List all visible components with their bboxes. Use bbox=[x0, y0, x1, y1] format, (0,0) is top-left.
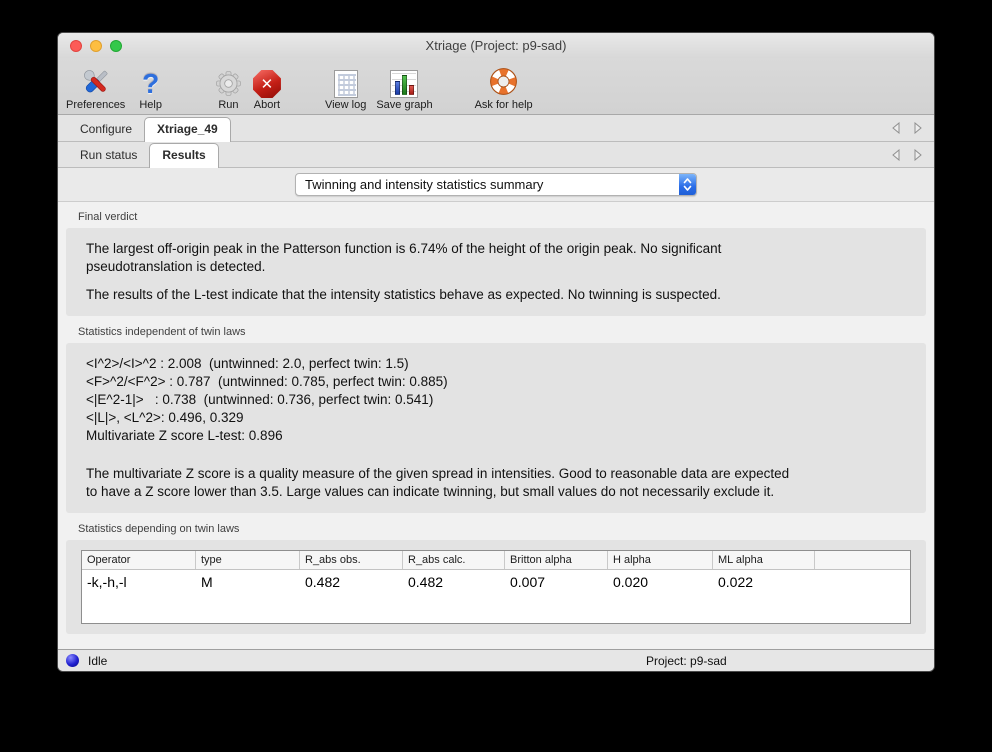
project-label: Project: p9-sad bbox=[646, 654, 727, 668]
abort-button[interactable]: ✕ Abort bbox=[253, 66, 281, 111]
table-cell-britton-alpha: 0.007 bbox=[505, 570, 608, 595]
chevron-up-down-icon bbox=[679, 174, 696, 195]
tab-run-status[interactable]: Run status bbox=[68, 144, 149, 167]
help-button[interactable]: ? Help bbox=[139, 66, 162, 111]
column-header-ml-alpha[interactable]: ML alpha bbox=[713, 551, 815, 569]
title-bar: Xtriage (Project: p9-sad) bbox=[58, 33, 934, 58]
tab-scroll-left-button[interactable] bbox=[888, 147, 904, 163]
table-cell-rabs-calc: 0.482 bbox=[403, 570, 505, 595]
independent-stats-panel: <I^2>/<I>^2 : 2.008 (untwinned: 2.0, per… bbox=[66, 343, 926, 513]
column-header-rabs-obs[interactable]: R_abs obs. bbox=[300, 551, 403, 569]
save-graph-icon bbox=[390, 66, 418, 98]
tab-configure[interactable]: Configure bbox=[68, 118, 144, 141]
twin-law-table: Operator type R_abs obs. R_abs calc. Bri… bbox=[81, 550, 911, 624]
minimize-button[interactable] bbox=[90, 40, 102, 52]
column-header-type[interactable]: type bbox=[196, 551, 300, 569]
abort-stop-icon: ✕ bbox=[253, 66, 281, 98]
section-label-final-verdict: Final verdict bbox=[78, 210, 926, 224]
toolbar-button-label: View log bbox=[325, 99, 366, 111]
column-header-empty bbox=[815, 551, 910, 569]
preferences-button[interactable]: Preferences bbox=[66, 66, 125, 111]
table-row[interactable]: -k,-h,-l M 0.482 0.482 0.007 0.020 0.022 bbox=[82, 570, 910, 595]
toolbar-button-label: Save graph bbox=[376, 99, 432, 111]
table-cell-ml-alpha: 0.022 bbox=[713, 570, 815, 595]
text-line: The largest off-origin peak in the Patte… bbox=[86, 240, 906, 258]
main-tab-bar: Configure Xtriage_49 bbox=[58, 115, 934, 142]
stat-line: <|E^2-1|> : 0.738 (untwinned: 0.736, per… bbox=[86, 391, 906, 409]
close-button[interactable] bbox=[70, 40, 82, 52]
final-verdict-panel: The largest off-origin peak in the Patte… bbox=[66, 228, 926, 316]
ask-for-help-button[interactable]: Ask for help bbox=[475, 66, 533, 111]
column-header-britton-alpha[interactable]: Britton alpha bbox=[505, 551, 608, 569]
paragraph: The multivariate Z score is a quality me… bbox=[86, 465, 906, 501]
text-line: The multivariate Z score is a quality me… bbox=[86, 465, 906, 483]
summary-select-row: Twinning and intensity statistics summar… bbox=[58, 168, 934, 202]
paragraph: The largest off-origin peak in the Patte… bbox=[86, 240, 906, 276]
traffic-lights bbox=[70, 40, 122, 52]
table-cell-rabs-obs: 0.482 bbox=[300, 570, 403, 595]
zoom-button[interactable] bbox=[110, 40, 122, 52]
stats-block: <I^2>/<I>^2 : 2.008 (untwinned: 2.0, per… bbox=[86, 355, 906, 445]
lifebuoy-icon bbox=[487, 66, 520, 98]
toolbar-button-label: Run bbox=[218, 99, 238, 111]
xtriage-window: Xtriage (Project: p9-sad) Preferences bbox=[57, 32, 935, 672]
sub-tab-bar: Run status Results bbox=[58, 142, 934, 168]
twin-law-stats-panel: Operator type R_abs obs. R_abs calc. Bri… bbox=[66, 540, 926, 634]
run-gear-icon bbox=[214, 66, 243, 98]
view-log-button[interactable]: View log bbox=[325, 66, 366, 111]
tab-scroll-left-button[interactable] bbox=[888, 120, 904, 136]
status-text: Idle bbox=[88, 654, 107, 668]
stat-line: <|L|>, <L^2>: 0.496, 0.329 bbox=[86, 409, 906, 427]
tab-scroll-right-button[interactable] bbox=[910, 147, 926, 163]
section-label-twin-law-stats: Statistics depending on twin laws bbox=[78, 522, 926, 536]
view-log-icon bbox=[334, 66, 358, 98]
preferences-tools-icon bbox=[80, 66, 112, 98]
table-cell-empty bbox=[815, 570, 910, 595]
tab-results[interactable]: Results bbox=[149, 143, 218, 168]
text-line: to have a Z score lower than 3.5. Large … bbox=[86, 483, 906, 501]
table-cell-type: M bbox=[196, 570, 300, 595]
stat-line: Multivariate Z score L-test: 0.896 bbox=[86, 427, 906, 445]
table-header-row: Operator type R_abs obs. R_abs calc. Bri… bbox=[82, 551, 910, 570]
status-sphere-icon bbox=[66, 654, 79, 667]
section-label-independent-stats: Statistics independent of twin laws bbox=[78, 325, 926, 339]
text-line: The results of the L-test indicate that … bbox=[86, 286, 906, 304]
tab-xtriage-49[interactable]: Xtriage_49 bbox=[144, 117, 231, 142]
table-cell-h-alpha: 0.020 bbox=[608, 570, 713, 595]
toolbar-button-label: Abort bbox=[254, 99, 280, 111]
column-header-operator[interactable]: Operator bbox=[82, 551, 196, 569]
help-question-icon: ? bbox=[142, 66, 159, 98]
stat-line: <I^2>/<I>^2 : 2.008 (untwinned: 2.0, per… bbox=[86, 355, 906, 373]
text-line: pseudotranslation is detected. bbox=[86, 258, 906, 276]
summary-dropdown[interactable]: Twinning and intensity statistics summar… bbox=[295, 173, 697, 196]
toolbar-button-label: Help bbox=[139, 99, 162, 111]
save-graph-button[interactable]: Save graph bbox=[376, 66, 432, 111]
column-header-rabs-calc[interactable]: R_abs calc. bbox=[403, 551, 505, 569]
toolbar: Preferences ? Help Run bbox=[58, 58, 934, 115]
results-panel: Final verdict The largest off-origin pea… bbox=[58, 202, 934, 649]
paragraph: The results of the L-test indicate that … bbox=[86, 286, 906, 304]
column-header-h-alpha[interactable]: H alpha bbox=[608, 551, 713, 569]
window-title: Xtriage (Project: p9-sad) bbox=[58, 38, 934, 53]
run-button[interactable]: Run bbox=[214, 66, 243, 111]
stat-line: <F>^2/<F^2> : 0.787 (untwinned: 0.785, p… bbox=[86, 373, 906, 391]
summary-dropdown-value: Twinning and intensity statistics summar… bbox=[305, 177, 679, 192]
status-bar: Idle Project: p9-sad bbox=[58, 649, 934, 671]
toolbar-button-label: Preferences bbox=[66, 99, 125, 111]
table-cell-operator: -k,-h,-l bbox=[82, 570, 196, 595]
tab-scroll-right-button[interactable] bbox=[910, 120, 926, 136]
toolbar-button-label: Ask for help bbox=[475, 99, 533, 111]
